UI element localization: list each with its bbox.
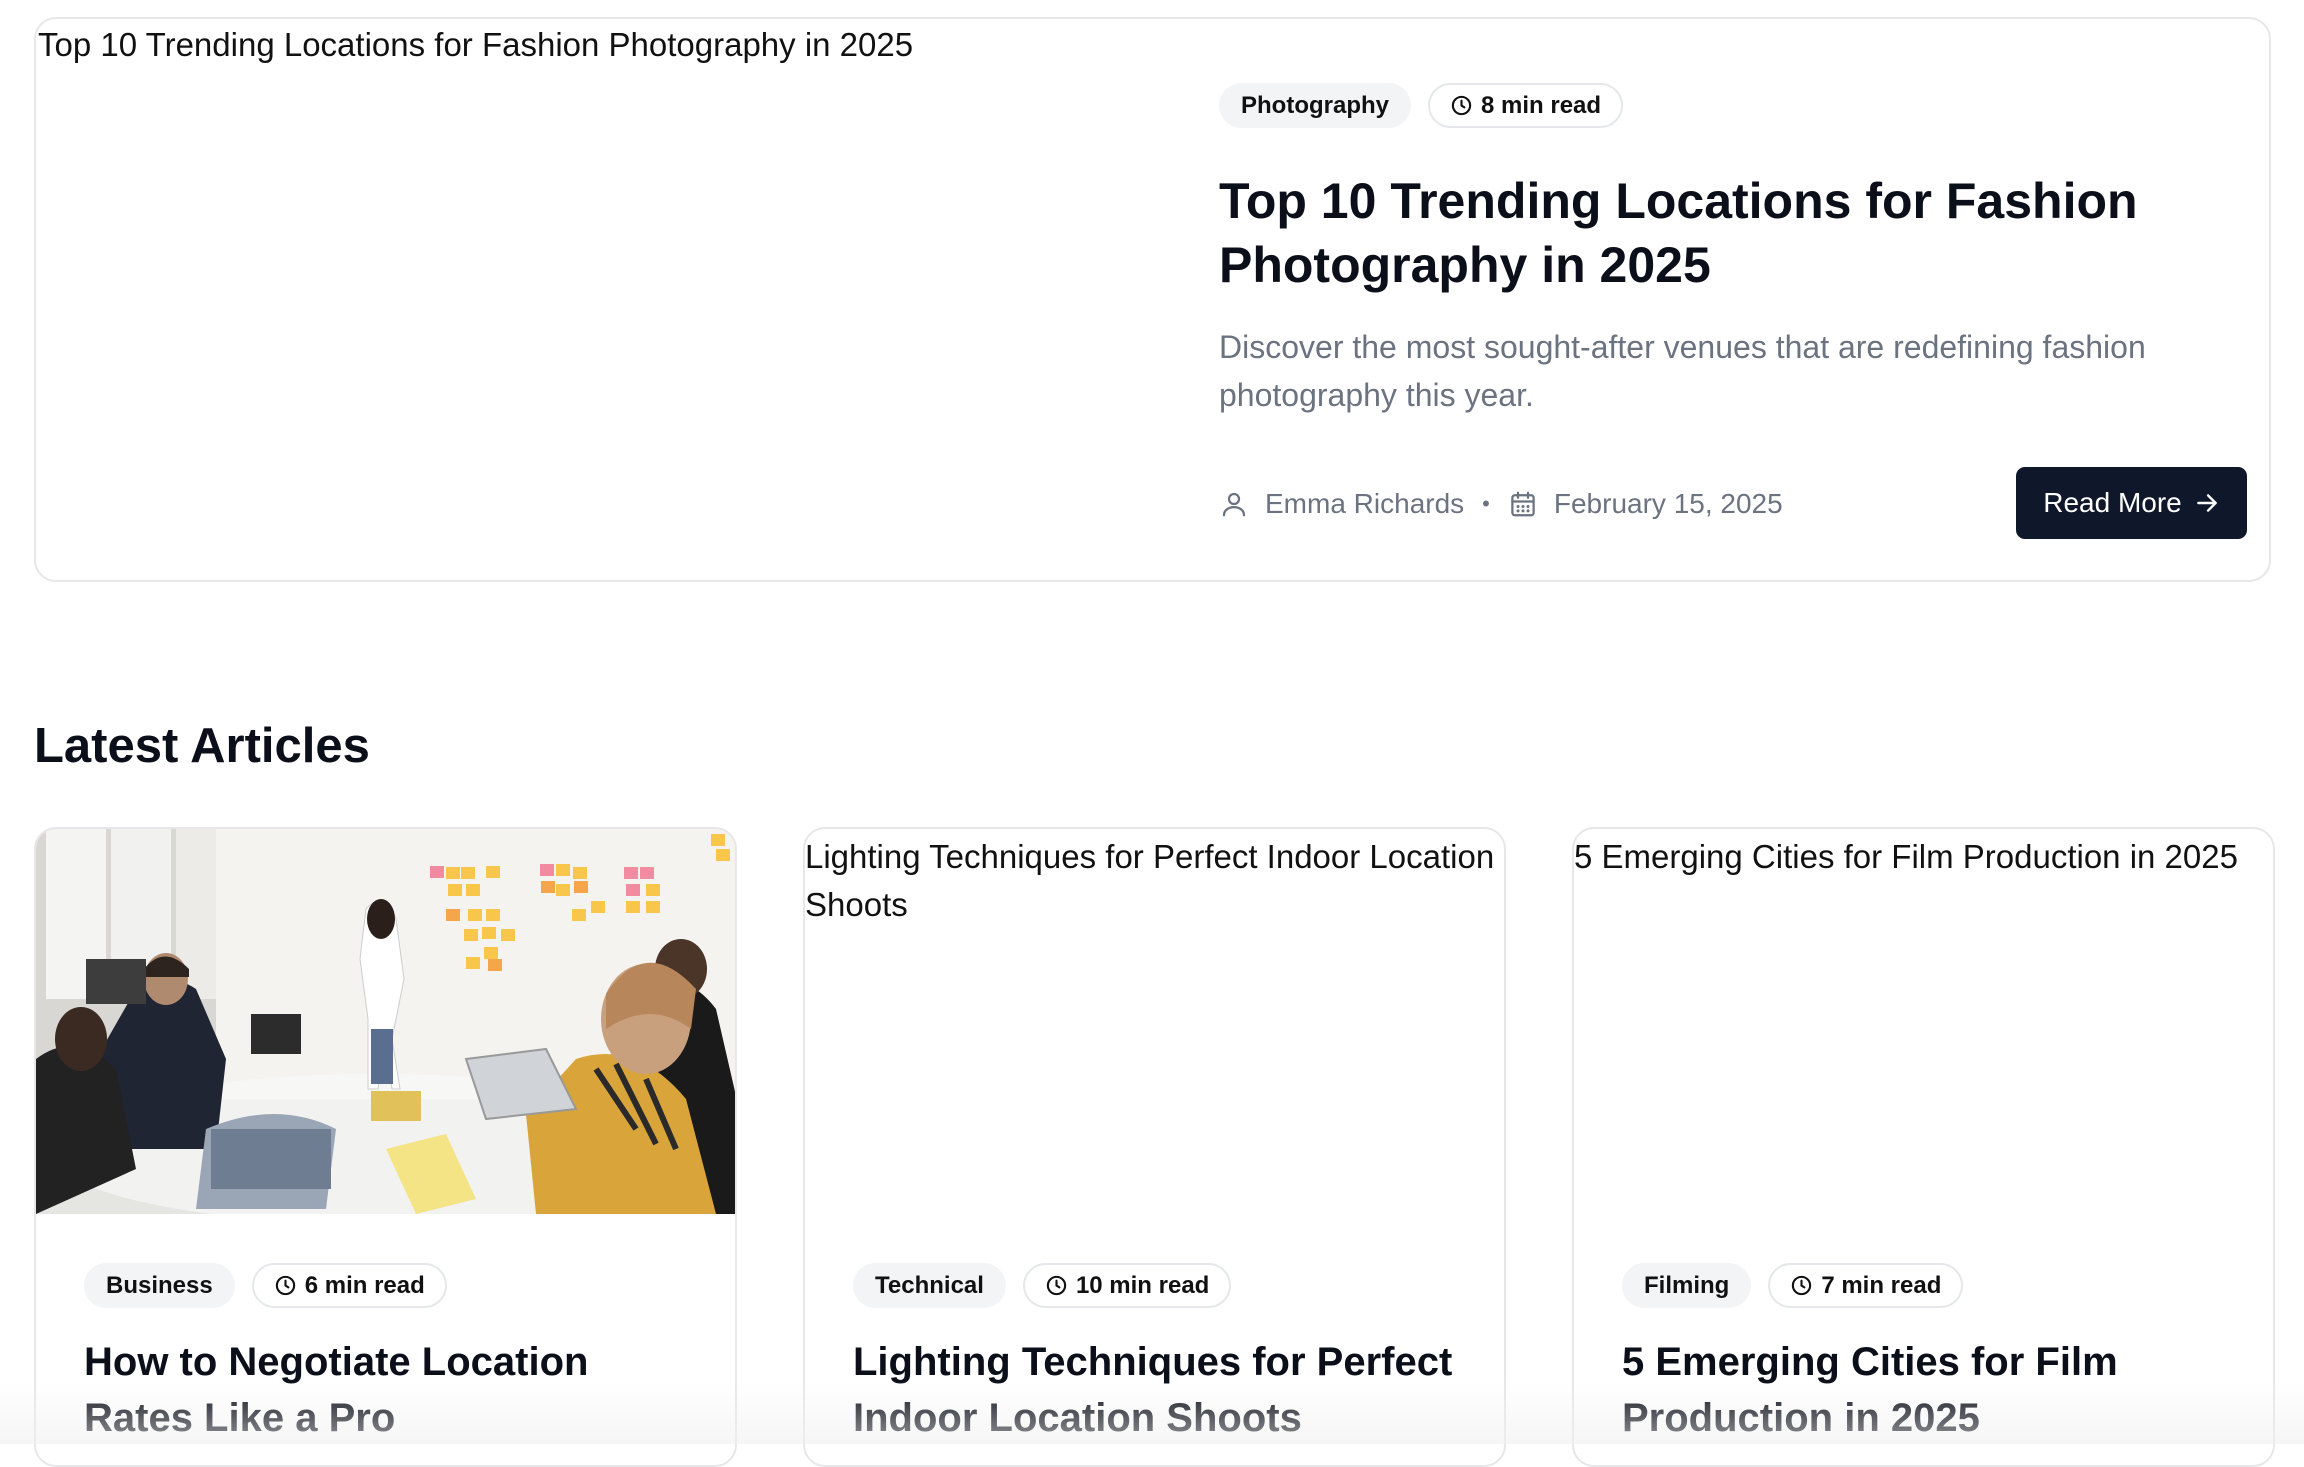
article-title[interactable]: Lighting Techniques for Perfect Indoor L… xyxy=(853,1334,1473,1446)
featured-image-alt: Top 10 Trending Locations for Fashion Ph… xyxy=(38,26,914,63)
category-badge[interactable]: Business xyxy=(84,1263,235,1308)
read-time-label: 7 min read xyxy=(1821,1271,1942,1299)
read-time-badge: 7 min read xyxy=(1768,1263,1964,1308)
category-badge[interactable]: Filming xyxy=(1622,1263,1752,1308)
category-badge[interactable]: Photography xyxy=(1219,83,1411,128)
clock-icon xyxy=(1046,1275,1067,1296)
arrow-right-icon xyxy=(2196,494,2217,512)
article-image-alt: Lighting Techniques for Perfect Indoor L… xyxy=(805,838,1495,923)
article-image[interactable]: Lighting Techniques for Perfect Indoor L… xyxy=(805,829,1504,1214)
read-time-badge: 8 min read xyxy=(1428,83,1624,128)
read-time-label: 10 min read xyxy=(1075,1271,1210,1299)
user-icon xyxy=(1222,492,1246,517)
article-title[interactable]: How to Negotiate Location Rates Like a P… xyxy=(84,1334,704,1446)
calendar-icon xyxy=(1511,491,1535,517)
article-tags: Technical 10 min read xyxy=(853,1263,1232,1308)
meta-separator: • xyxy=(1482,491,1490,516)
featured-meta: Emma Richards • February 15, 2025 xyxy=(1219,479,1783,529)
article-image[interactable]: 5 Emerging Cities for Film Production in… xyxy=(1574,829,2273,1214)
article-image[interactable] xyxy=(36,829,735,1214)
featured-title[interactable]: Top 10 Trending Locations for Fashion Ph… xyxy=(1219,169,2219,297)
category-badge[interactable]: Technical xyxy=(853,1263,1006,1308)
read-time-badge: 6 min read xyxy=(251,1263,447,1308)
read-time-label: 6 min read xyxy=(304,1271,425,1299)
office-meeting-photo xyxy=(36,829,735,1214)
featured-article-card[interactable]: Top 10 Trending Locations for Fashion Ph… xyxy=(34,17,2271,582)
article-tags: Filming 7 min read xyxy=(1622,1263,1964,1308)
read-more-button[interactable]: Read More xyxy=(2016,467,2247,539)
publish-date: February 15, 2025 xyxy=(1553,488,1783,519)
article-card[interactable]: Business 6 min read How to Negotiate Loc… xyxy=(34,827,737,1467)
clock-icon xyxy=(275,1275,295,1296)
article-card[interactable]: Lighting Techniques for Perfect Indoor L… xyxy=(803,827,1506,1467)
read-time-badge: 10 min read xyxy=(1022,1263,1232,1308)
article-image-alt: 5 Emerging Cities for Film Production in… xyxy=(1574,838,2238,875)
clock-icon xyxy=(1451,95,1472,116)
author-name: Emma Richards xyxy=(1265,488,1465,519)
clock-icon xyxy=(1792,1275,1812,1296)
article-card[interactable]: 5 Emerging Cities for Film Production in… xyxy=(1572,827,2275,1467)
article-tags: Business 6 min read xyxy=(84,1263,447,1308)
read-more-label: Read More xyxy=(2043,487,2182,518)
read-time-label: 8 min read xyxy=(1481,91,1602,119)
featured-description: Discover the most sought-after venues th… xyxy=(1219,329,2146,413)
featured-tags: Photography 8 min read xyxy=(1219,83,1624,128)
article-title[interactable]: 5 Emerging Cities for Film Production in… xyxy=(1622,1334,2242,1446)
latest-articles-heading: Latest Articles xyxy=(34,719,370,773)
